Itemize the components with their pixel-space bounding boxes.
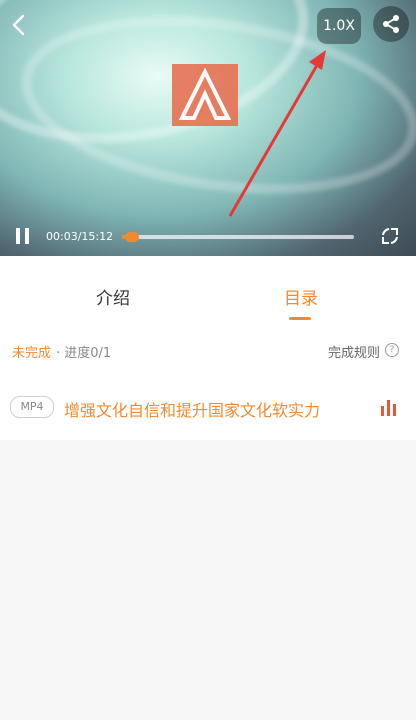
completion-status-row: 未完成 · 进度0/1 完成规则 ?: [0, 342, 416, 362]
progress-track[interactable]: [122, 232, 354, 242]
tab-intro[interactable]: 介绍: [96, 284, 130, 309]
back-button[interactable]: [4, 10, 32, 40]
completion-rules-link[interactable]: 完成规则: [328, 342, 380, 361]
tab-catalog[interactable]: 目录: [284, 284, 318, 309]
video-logo: [172, 64, 238, 126]
pause-icon-bar: [25, 228, 29, 244]
course-panel: 介绍 目录 未完成 · 进度0/1 完成规则 ? MP4 增强文化自信和提升国家…: [0, 256, 416, 440]
fullscreen-button[interactable]: [380, 226, 400, 246]
pause-icon-bar: [16, 228, 20, 244]
lesson-title[interactable]: 增强文化自信和提升国家文化软实力: [64, 397, 320, 421]
completion-status: 未完成: [12, 346, 52, 361]
playback-speed-button[interactable]: 1.0X: [317, 8, 361, 44]
fullscreen-icon: [382, 228, 398, 244]
question-icon[interactable]: ?: [385, 343, 399, 357]
player-controls: 00:03/15:12: [0, 222, 416, 252]
active-tab-indicator: [289, 317, 311, 320]
pause-button[interactable]: [12, 226, 34, 248]
progress-thumb[interactable]: [125, 232, 139, 242]
format-badge: MP4: [10, 396, 54, 418]
video-player[interactable]: 1.0X 00:03/15:12: [0, 0, 416, 256]
share-icon: [383, 15, 399, 33]
lesson-list-item[interactable]: MP4 增强文化自信和提升国家文化软实力: [0, 388, 416, 428]
share-button[interactable]: [373, 6, 409, 42]
progress-text: · 进度0/1: [56, 346, 112, 361]
time-display: 00:03/15:12: [46, 230, 114, 243]
equalizer-icon: [381, 400, 399, 416]
chevron-left-icon: [12, 14, 25, 36]
